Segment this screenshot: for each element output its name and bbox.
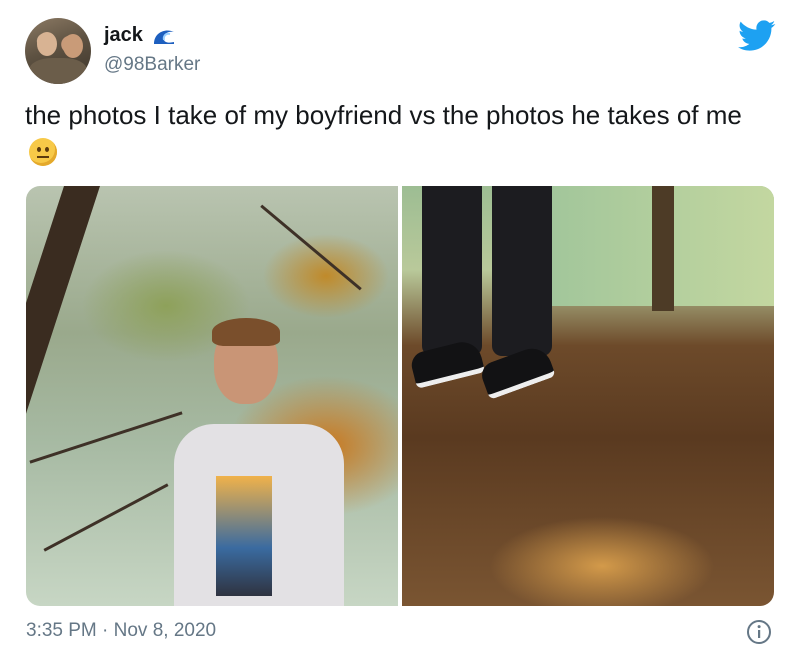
neutral-face-icon (29, 138, 57, 166)
tweet-body: the photos I take of my boyfriend vs the… (25, 100, 742, 130)
avatar[interactable] (25, 18, 91, 84)
handle[interactable]: @98Barker (104, 54, 200, 76)
twitter-bird-icon[interactable] (738, 20, 776, 52)
wave-icon (154, 30, 174, 44)
display-name[interactable]: jack (104, 24, 143, 47)
photo-me[interactable] (402, 186, 774, 606)
timestamp[interactable]: 3:35 PM · Nov 8, 2020 (26, 620, 216, 642)
photo-boyfriend[interactable] (26, 186, 398, 606)
media-grid (26, 186, 774, 606)
tweet-text: the photos I take of my boyfriend vs the… (25, 96, 765, 172)
info-icon[interactable] (746, 619, 772, 645)
tweet-card: jack @98Barker the photos I take of my b… (0, 0, 800, 656)
